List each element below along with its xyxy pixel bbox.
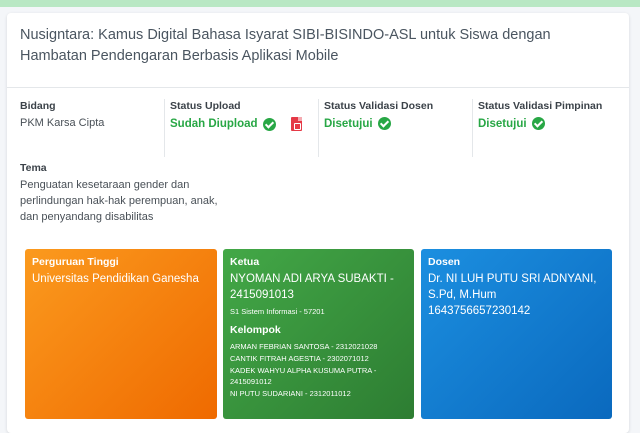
tema-value: Penguatan kesetaraan gender dan perlindu…: [20, 179, 218, 223]
kelompok-label: Kelompok: [230, 324, 281, 336]
kelompok-member: CANTIK FITRAH AGESTIA - 2302071012: [230, 354, 369, 363]
dosen-name: Dr. NI LUH PUTU SRI ADNYANI, S.Pd, M.Hum: [428, 273, 597, 301]
pdf-icon[interactable]: [290, 117, 302, 131]
ketua-prodi: S1 Sistem Informasi - 57201: [230, 307, 325, 316]
kelompok-member: KADEK WAHYU ALPHA KUSUMA PUTRA - 2415091…: [230, 366, 377, 386]
ketua-box: Ketua NYOMAN ADI ARYA SUBAKTI - 24150910…: [223, 249, 414, 419]
dosen-label: Dosen: [428, 256, 461, 268]
tema-label: Tema: [20, 162, 47, 174]
bidang-section: Bidang PKM Karsa Cipta: [20, 99, 160, 157]
status-dosen-label: Status Validasi Dosen: [324, 100, 434, 112]
status-dosen-status: Disetujui: [324, 117, 469, 130]
status-upload-section: Status Upload Sudah Diupload: [164, 99, 315, 157]
ketua-name: NYOMAN ADI ARYA SUBAKTI - 2415091013: [230, 273, 394, 301]
perguruan-label: Perguruan Tinggi: [32, 256, 119, 268]
status-pimpinan-value: Disetujui: [478, 117, 527, 130]
top-alert-bar: [0, 0, 640, 7]
perguruan-value: Universitas Pendidikan Ganesha: [32, 273, 199, 285]
bidang-label: Bidang: [20, 100, 56, 112]
status-dosen-value: Disetujui: [324, 117, 373, 130]
kelompok-member: ARMAN FEBRIAN SANTOSA - 2312021028: [230, 342, 378, 351]
dosen-id: 1643756657230142: [428, 305, 531, 317]
divider: [7, 87, 629, 88]
status-dosen-section: Status Validasi Dosen Disetujui: [318, 99, 469, 157]
proposal-title: Nusigntara: Kamus Digital Bahasa Isyarat…: [20, 27, 551, 64]
dosen-box: Dosen Dr. NI LUH PUTU SRI ADNYANI, S.Pd,…: [421, 249, 612, 419]
check-circle-icon: [531, 117, 545, 130]
tema-section: Tema Penguatan kesetaraan gender dan per…: [20, 161, 220, 225]
kelompok-member: NI PUTU SUDARIANI - 2312011012: [230, 389, 351, 398]
bidang-value: PKM Karsa Cipta: [20, 117, 105, 129]
status-upload-status: Sudah Diupload: [170, 117, 315, 131]
perguruan-tinggi-box: Perguruan Tinggi Universitas Pendidikan …: [25, 249, 217, 419]
ketua-label: Ketua: [230, 256, 260, 268]
status-pimpinan-status: Disetujui: [478, 117, 623, 130]
status-upload-value: Sudah Diupload: [170, 118, 258, 130]
status-pimpinan-label: Status Validasi Pimpinan: [478, 100, 603, 112]
status-upload-label: Status Upload: [170, 100, 241, 112]
proposal-card: Nusigntara: Kamus Digital Bahasa Isyarat…: [7, 13, 629, 433]
status-pimpinan-section: Status Validasi Pimpinan Disetujui: [472, 99, 623, 157]
check-circle-icon: [377, 117, 391, 130]
check-circle-icon: [262, 117, 276, 131]
